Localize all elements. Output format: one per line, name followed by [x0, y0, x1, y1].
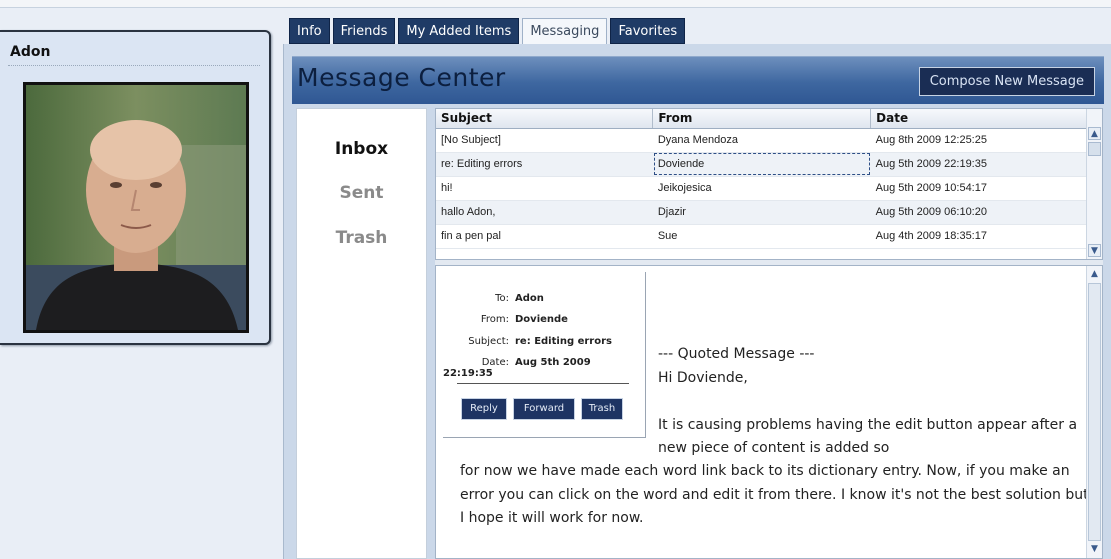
from-value: Doviende	[515, 314, 568, 325]
table-row[interactable]: fin a pen pal Sue Aug 4th 2009 18:35:17	[436, 224, 1088, 249]
profile-card: Adon	[0, 30, 271, 345]
from-label: From:	[480, 314, 509, 325]
row-subject: fin a pen pal	[436, 224, 653, 249]
row-subject: [No Subject]	[436, 128, 653, 153]
scroll-thumb[interactable]	[1088, 283, 1101, 541]
message-table: Subject From Date [No Subject] Dyana Men…	[436, 109, 1088, 249]
date-label: Date:	[481, 357, 509, 368]
to-label: To:	[495, 293, 509, 304]
profile-photo	[23, 82, 249, 333]
row-date: Aug 8th 2009 12:25:25	[870, 128, 1088, 153]
message-center-header: Message Center Compose New Message	[292, 56, 1104, 104]
to-value: Adon	[515, 293, 544, 304]
row-subject: hallo Adon,	[436, 200, 653, 225]
forward-button[interactable]: Forward	[513, 398, 575, 420]
profile-name: Adon	[10, 44, 51, 60]
body-paragraph-rest: for now we have made each word link back…	[460, 463, 1089, 526]
message-center-panel: Message Center Compose New Message Inbox…	[283, 44, 1111, 559]
row-date: Aug 5th 2009 06:10:20	[870, 200, 1088, 225]
row-subject: re: Editing errors	[436, 152, 653, 177]
folder-inbox[interactable]: Inbox	[297, 139, 426, 159]
tab-friends[interactable]: Friends	[332, 18, 396, 44]
row-subject: hi!	[436, 176, 653, 201]
table-row[interactable]: re: Editing errors Doviende Aug 5th 2009…	[436, 152, 1088, 177]
tab-info[interactable]: Info	[289, 18, 330, 44]
reply-button[interactable]: Reply	[461, 398, 507, 420]
row-date: Aug 5th 2009 10:54:17	[870, 176, 1088, 201]
tab-bar: Info Friends My Added Items Messaging Fa…	[289, 18, 688, 45]
message-list: Subject From Date [No Subject] Dyana Men…	[435, 108, 1103, 260]
folder-sidebar: Inbox Sent Trash	[296, 108, 427, 559]
column-from[interactable]: From	[652, 109, 872, 129]
greeting: Hi Doviende,	[658, 369, 748, 386]
message-view: To: Adon From: Doviende Subject: re: Editin…	[435, 265, 1103, 559]
column-date[interactable]: Date	[870, 109, 1088, 129]
row-date: Aug 5th 2009 22:19:35	[870, 152, 1088, 177]
row-from: Dyana Mendoza	[652, 128, 871, 153]
to-row: To: Adon	[443, 293, 643, 304]
message-header-box: To: Adon From: Doviende Subject: re: Editin…	[443, 272, 646, 438]
scroll-down-arrow-icon[interactable]: ▼	[1088, 543, 1101, 556]
trash-button[interactable]: Trash	[581, 398, 623, 420]
tab-my-added-items[interactable]: My Added Items	[398, 18, 520, 44]
tab-favorites[interactable]: Favorites	[610, 18, 686, 44]
row-from: Sue	[652, 224, 871, 249]
table-row[interactable]: [No Subject] Dyana Mendoza Aug 8th 2009 …	[436, 128, 1088, 153]
row-from: Jeikojesica	[652, 176, 871, 201]
list-scrollbar[interactable]: ▲ ▼	[1086, 109, 1102, 259]
profile-divider	[8, 65, 260, 66]
subject-value: re: Editing errors	[515, 336, 612, 347]
meta-divider	[457, 383, 629, 384]
row-from: Doviende	[652, 152, 871, 177]
message-body-top: --- Quoted Message --- Hi Doviende, It i…	[658, 343, 1088, 461]
body-paragraph-start: It is causing problems having the edit b…	[658, 416, 1078, 457]
folder-trash[interactable]: Trash	[297, 228, 426, 248]
row-date: Aug 4th 2009 18:35:17	[870, 224, 1088, 249]
table-row[interactable]: hi! Jeikojesica Aug 5th 2009 10:54:17	[436, 176, 1088, 201]
folder-sent[interactable]: Sent	[297, 183, 426, 203]
date-row: Date: Aug 5th 2009 22:19:35	[443, 357, 643, 379]
subject-row: Subject: re: Editing errors	[443, 336, 643, 347]
from-row: From: Doviende	[443, 314, 643, 325]
scroll-thumb[interactable]	[1088, 142, 1101, 156]
scroll-down-arrow-icon[interactable]: ▼	[1088, 244, 1101, 257]
scroll-up-arrow-icon[interactable]: ▲	[1088, 127, 1101, 140]
message-scrollbar[interactable]: ▲ ▼	[1086, 266, 1102, 558]
subject-label: Subject:	[468, 336, 509, 347]
column-subject[interactable]: Subject	[436, 109, 654, 129]
profile-photo-image	[26, 85, 246, 330]
top-bar	[0, 0, 1111, 8]
page-title: Message Center	[297, 63, 506, 92]
scroll-up-arrow-icon[interactable]: ▲	[1088, 268, 1101, 281]
table-row[interactable]: hallo Adon, Djazir Aug 5th 2009 06:10:20	[436, 200, 1088, 225]
row-from: Djazir	[652, 200, 871, 225]
quoted-header: --- Quoted Message ---	[658, 346, 815, 362]
tab-messaging[interactable]: Messaging	[522, 18, 608, 45]
compose-button[interactable]: Compose New Message	[918, 67, 1095, 96]
